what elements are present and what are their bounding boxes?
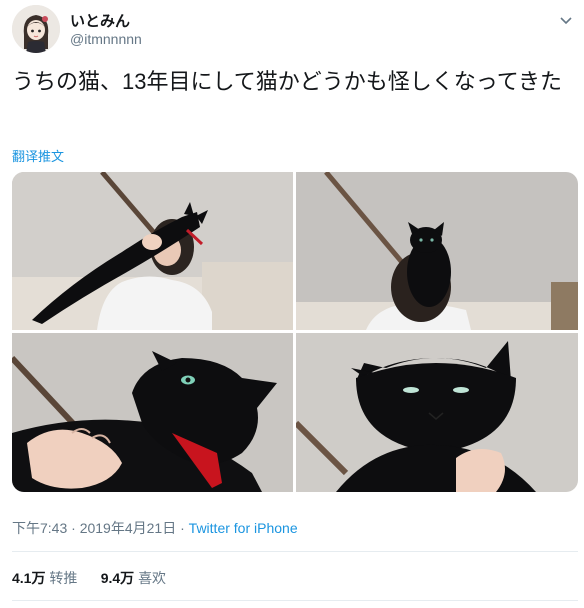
photo-4[interactable]: [296, 333, 578, 492]
photo-2[interactable]: [296, 172, 578, 330]
chevron-down-icon[interactable]: [558, 12, 574, 28]
display-name[interactable]: いとみん: [70, 10, 130, 31]
meta-separator: ·: [67, 520, 80, 536]
avatar-illustration: [12, 5, 60, 53]
photo-3[interactable]: [12, 333, 293, 492]
meta-separator: ·: [176, 520, 189, 536]
tweet-date[interactable]: 2019年4月21日: [80, 520, 177, 536]
divider: [12, 600, 578, 601]
retweets-stat[interactable]: 4.1万 转推: [12, 570, 77, 586]
tweet-card: いとみん @itmnnnnn うちの猫、13年目にして猫かどうかも怪しくなってき…: [0, 0, 584, 608]
user-handle[interactable]: @itmnnnnn: [70, 31, 142, 47]
likes-stat[interactable]: 9.4万 喜欢: [101, 570, 166, 586]
avatar[interactable]: [12, 5, 60, 53]
tweet-source-link[interactable]: Twitter for iPhone: [189, 520, 298, 536]
likes-label: 喜欢: [138, 570, 167, 586]
tweet-meta: 下午7:43 · 2019年4月21日 · Twitter for iPhone: [12, 518, 298, 538]
tweet-stats: 4.1万 转推 9.4万 喜欢: [12, 568, 166, 588]
retweets-count: 4.1万: [12, 570, 46, 586]
translate-link[interactable]: 翻译推文: [12, 146, 64, 165]
tweet-time[interactable]: 下午7:43: [12, 520, 67, 536]
retweets-label: 转推: [49, 570, 78, 586]
tweet-text: うちの猫、13年目にして猫かどうかも怪しくなってきた: [12, 69, 563, 94]
photo-1[interactable]: [12, 172, 293, 330]
divider: [12, 551, 578, 552]
media-grid: [12, 172, 578, 492]
likes-count: 9.4万: [100, 570, 135, 586]
